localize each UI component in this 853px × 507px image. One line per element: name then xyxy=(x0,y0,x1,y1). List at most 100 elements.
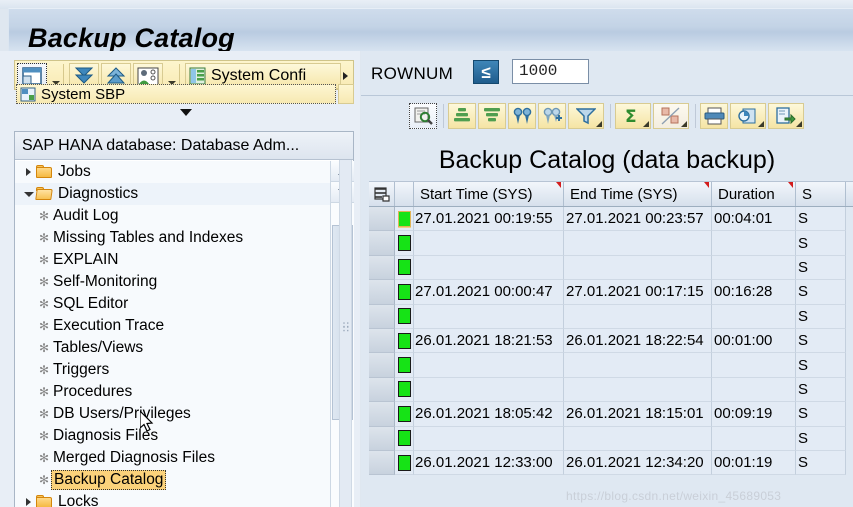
table-settings-button[interactable] xyxy=(369,182,395,206)
chevron-right-icon[interactable] xyxy=(22,491,36,507)
table-row[interactable]: S xyxy=(369,377,853,403)
row-header-cell[interactable] xyxy=(369,353,395,378)
tree-item-label: Merged Diagnosis Files xyxy=(53,449,215,466)
toolbar-overflow-arrow[interactable] xyxy=(341,70,351,82)
pane-splitter[interactable]: ∷ ∷ xyxy=(339,160,352,507)
tree-item-self-monitoring[interactable]: ✻ Self-Monitoring xyxy=(15,271,331,293)
export-dropdown-arrow[interactable] xyxy=(795,120,802,127)
table-body: 27.01.2021 00:19:55 27.01.2021 00:23:57 00… xyxy=(369,207,853,476)
duration-cell xyxy=(712,304,796,329)
duration-cell: 00:09:19 xyxy=(712,402,796,427)
row-header-cell[interactable] xyxy=(369,328,395,354)
row-header-cell[interactable] xyxy=(369,377,395,403)
bullet-icon: ✻ xyxy=(38,231,50,245)
navigator-pane: System Confi System SBP SAP HANA databas… xyxy=(0,51,360,507)
column-header-size[interactable]: S xyxy=(796,182,846,206)
table-row[interactable]: S xyxy=(369,426,853,451)
status-cell xyxy=(395,402,414,427)
tree-item-audit-log[interactable]: ✻ Audit Log xyxy=(15,205,331,227)
navigator-toolbar-row2-end[interactable] xyxy=(338,84,354,104)
row-header-cell[interactable] xyxy=(369,426,395,451)
start-time-cell xyxy=(414,304,564,329)
details-button[interactable] xyxy=(409,103,437,129)
find-next-button[interactable] xyxy=(538,103,566,129)
navigator-toolbar-row2[interactable]: System SBP xyxy=(16,84,336,104)
tree-item-sql-editor[interactable]: ✻ SQL Editor xyxy=(15,293,331,315)
tree-item-diagnostics[interactable]: Diagnostics xyxy=(15,183,331,205)
sort-marker-icon xyxy=(556,182,561,188)
column-header-start-time[interactable]: Start Time (SYS) xyxy=(414,182,564,206)
column-header-end-time[interactable]: End Time (SYS) xyxy=(564,182,712,206)
table-row[interactable]: 26.01.2021 12:33:00 26.01.2021 12:34:20 00… xyxy=(369,450,853,476)
sort-ascending-button[interactable] xyxy=(448,103,476,129)
tree-item-tables-views[interactable]: ✻ Tables/Views xyxy=(15,337,331,359)
find-button[interactable] xyxy=(508,103,536,129)
status-cell xyxy=(395,353,414,378)
table-row[interactable]: S xyxy=(369,353,853,378)
table-row[interactable]: 26.01.2021 18:21:53 26.01.2021 18:22:54 00… xyxy=(369,328,853,354)
filter-button[interactable] xyxy=(568,103,604,129)
table-row[interactable]: S xyxy=(369,255,853,281)
tree-item-jobs[interactable]: Jobs xyxy=(15,161,331,183)
chevron-right-icon[interactable] xyxy=(22,161,36,183)
navigator-collapse-handle[interactable] xyxy=(14,104,354,118)
column-header-label: End Time (SYS) xyxy=(570,185,678,203)
size-cell: S xyxy=(796,402,846,427)
export-button[interactable] xyxy=(768,103,804,129)
print-button[interactable] xyxy=(700,103,728,129)
mouse-cursor xyxy=(140,411,154,432)
duration-cell: 00:01:00 xyxy=(712,328,796,354)
filter-dropdown-arrow[interactable] xyxy=(595,120,602,127)
row-header-cell[interactable] xyxy=(369,450,395,476)
rownum-input[interactable]: 1000 xyxy=(512,59,589,84)
sort-descending-button[interactable] xyxy=(478,103,506,129)
bullet-icon: ✻ xyxy=(38,451,50,465)
subtotal-dropdown-arrow[interactable] xyxy=(680,120,687,127)
row-header-cell[interactable] xyxy=(369,255,395,281)
row-header-cell[interactable] xyxy=(369,231,395,256)
row-header-cell[interactable] xyxy=(369,304,395,329)
rownum-operator-button[interactable]: ≤ xyxy=(473,60,499,84)
start-time-cell: 26.01.2021 12:33:00 xyxy=(414,450,564,476)
bullet-icon: ✻ xyxy=(38,209,50,223)
tree-item-merged-diagnosis-files[interactable]: ✻ Merged Diagnosis Files xyxy=(15,447,331,469)
status-cell xyxy=(395,207,414,232)
column-header-duration[interactable]: Duration xyxy=(712,182,796,206)
end-time-cell xyxy=(564,426,712,451)
bullet-icon: ✻ xyxy=(38,363,50,377)
table-row[interactable]: S xyxy=(369,231,853,256)
tree-item-explain[interactable]: ✻ EXPLAIN xyxy=(15,249,331,271)
tree-item-diagnosis-files[interactable]: ✻ Diagnosis Files xyxy=(15,425,331,447)
status-cell xyxy=(395,231,414,256)
grid-title: Backup Catalog (data backup) xyxy=(361,139,853,181)
table-row[interactable]: S xyxy=(369,304,853,329)
tree-item-execution-trace[interactable]: ✻ Execution Trace xyxy=(15,315,331,337)
row-header-cell[interactable] xyxy=(369,207,395,232)
size-cell: S xyxy=(796,280,846,305)
row-header-cell[interactable] xyxy=(369,280,395,305)
print-icon xyxy=(704,107,724,125)
chevron-down-icon[interactable] xyxy=(22,183,36,205)
tree-item-missing-tables-and-indexes[interactable]: ✻ Missing Tables and Indexes xyxy=(15,227,331,249)
print-preview-button[interactable] xyxy=(730,103,766,129)
start-time-cell xyxy=(414,377,564,403)
table-select-column-header[interactable] xyxy=(395,182,414,206)
table-row[interactable]: 27.01.2021 00:19:55 27.01.2021 00:23:57 00… xyxy=(369,207,853,232)
end-time-cell xyxy=(564,304,712,329)
tree-item-backup-catalog[interactable]: ✻ Backup Catalog xyxy=(15,469,331,491)
total-sum-button[interactable]: Σ xyxy=(615,103,651,129)
tree-item-procedures[interactable]: ✻ Procedures xyxy=(15,381,331,403)
total-dropdown-arrow[interactable] xyxy=(642,120,649,127)
print-preview-dropdown-arrow[interactable] xyxy=(757,120,764,127)
table-row[interactable]: 27.01.2021 00:00:47 27.01.2021 00:17:15 00… xyxy=(369,280,853,305)
end-time-cell: 27.01.2021 00:23:57 xyxy=(564,207,712,232)
subtotal-button[interactable] xyxy=(653,103,689,129)
tree-item-triggers[interactable]: ✻ Triggers xyxy=(15,359,331,381)
row-header-cell[interactable] xyxy=(369,402,395,427)
end-time-cell: 26.01.2021 18:22:54 xyxy=(564,328,712,354)
tree-item-db-users-privileges[interactable]: ✻ DB Users/Privileges xyxy=(15,403,331,425)
table-row[interactable]: 26.01.2021 18:05:42 26.01.2021 18:15:01 00… xyxy=(369,402,853,427)
system-sbp-label: System SBP xyxy=(41,85,126,103)
tree-item-label: Locks xyxy=(58,493,99,507)
tree-item-locks[interactable]: Locks xyxy=(15,491,331,507)
